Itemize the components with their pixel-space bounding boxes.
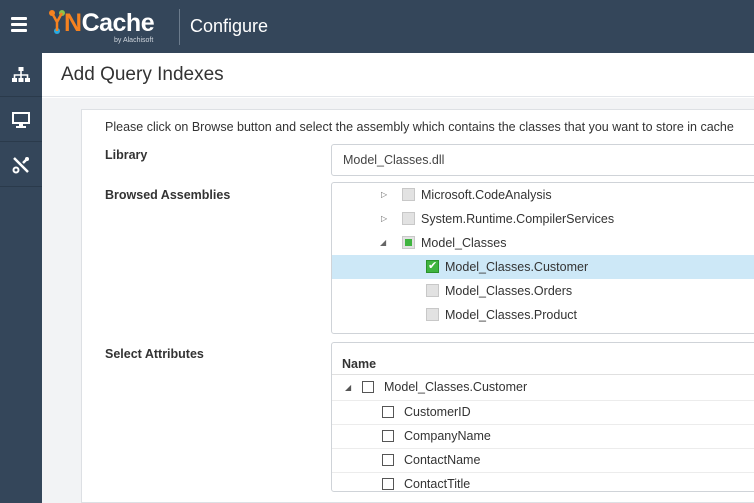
logo-text: NCache xyxy=(64,9,155,37)
grid-row-companyname[interactable]: CompanyName xyxy=(332,424,754,448)
logo-subtitle: by Alachisoft xyxy=(114,37,154,44)
expand-icon[interactable]: ▷ xyxy=(381,214,387,223)
tree-item-label: Model_Classes.Orders xyxy=(445,284,573,298)
grid-row-label: CompanyName xyxy=(404,429,491,443)
sidebar-item-tools[interactable] xyxy=(0,143,42,187)
grid-row-contacttitle[interactable]: ContactTitle xyxy=(332,472,754,491)
sidebar-item-topology[interactable] xyxy=(0,53,42,97)
attributes-grid[interactable]: Name ◢ Model_Classes.Customer CustomerID… xyxy=(331,342,754,492)
page-header: Add Query Indexes xyxy=(42,53,754,97)
checkbox[interactable] xyxy=(426,308,439,321)
checked-checkbox[interactable] xyxy=(426,259,439,273)
grid-row-customerid[interactable]: CustomerID xyxy=(332,400,754,424)
checkbox[interactable] xyxy=(362,381,374,393)
header-divider xyxy=(179,9,180,45)
menu-icon[interactable] xyxy=(11,17,27,33)
tree-item-model-classes-product[interactable]: Model_Classes.Product xyxy=(332,303,754,327)
checkbox[interactable] xyxy=(382,430,394,442)
grid-row-label: Model_Classes.Customer xyxy=(384,380,528,394)
assemblies-tree[interactable]: ▷ Microsoft.CodeAnalysis ▷ System.Runtim… xyxy=(331,182,754,334)
tree-item-model-classes-customer[interactable]: Model_Classes.Customer xyxy=(332,255,754,279)
sidebar-item-monitor[interactable] xyxy=(0,98,42,142)
tree-item-model-classes[interactable]: ◢ Model_Classes xyxy=(332,231,754,255)
tree-item-model-classes-orders[interactable]: Model_Classes.Orders xyxy=(332,279,754,303)
partial-checkbox[interactable] xyxy=(402,236,415,249)
instruction-text: Please click on Browse button and select… xyxy=(105,120,734,134)
browsed-assemblies-label: Browsed Assemblies xyxy=(105,188,231,202)
grid-row-label: ContactName xyxy=(404,453,481,467)
ncache-logo: NCache by Alachisoft xyxy=(48,7,166,47)
tree-item-label: Microsoft.CodeAnalysis xyxy=(421,188,552,202)
collapse-icon[interactable]: ◢ xyxy=(380,238,386,247)
app-title: Configure xyxy=(190,16,269,36)
grid-row-label: CustomerID xyxy=(404,405,471,419)
grid-row-parent[interactable]: ◢ Model_Classes.Customer xyxy=(332,376,754,400)
monitor-icon xyxy=(12,111,30,128)
top-bar: NCache by Alachisoft Configure xyxy=(0,0,754,53)
topology-icon xyxy=(12,66,30,82)
checkbox[interactable] xyxy=(402,212,415,225)
library-field[interactable]: Model_Classes.dll xyxy=(331,144,754,176)
checkbox[interactable] xyxy=(402,188,415,201)
tree-item-label: System.Runtime.CompilerServices xyxy=(421,212,615,226)
tools-icon xyxy=(12,156,29,173)
tree-item-system-runtime-compilerservices[interactable]: ▷ System.Runtime.CompilerServices xyxy=(332,207,754,231)
tree-item-label: Model_Classes xyxy=(421,236,507,250)
collapse-icon[interactable]: ◢ xyxy=(345,383,351,392)
tree-item-microsoft-codeanalysis[interactable]: ▷ Microsoft.CodeAnalysis xyxy=(332,183,754,207)
tree-item-label: Model_Classes.Customer xyxy=(445,260,589,274)
grid-row-contactname[interactable]: ContactName xyxy=(332,448,754,472)
expand-icon[interactable]: ▷ xyxy=(381,190,387,199)
checkbox[interactable] xyxy=(382,478,394,490)
page-title: Add Query Indexes xyxy=(61,64,224,85)
tree-item-label: Model_Classes.Product xyxy=(445,308,578,322)
checkbox[interactable] xyxy=(382,454,394,466)
sidebar xyxy=(0,53,42,503)
select-attributes-label: Select Attributes xyxy=(105,347,204,361)
name-column-header[interactable]: Name xyxy=(342,357,376,371)
library-label: Library xyxy=(105,148,148,162)
checkbox[interactable] xyxy=(382,406,394,418)
grid-row-label: ContactTitle xyxy=(404,477,471,491)
grid-header: Name xyxy=(332,343,754,375)
checkbox[interactable] xyxy=(426,284,439,297)
